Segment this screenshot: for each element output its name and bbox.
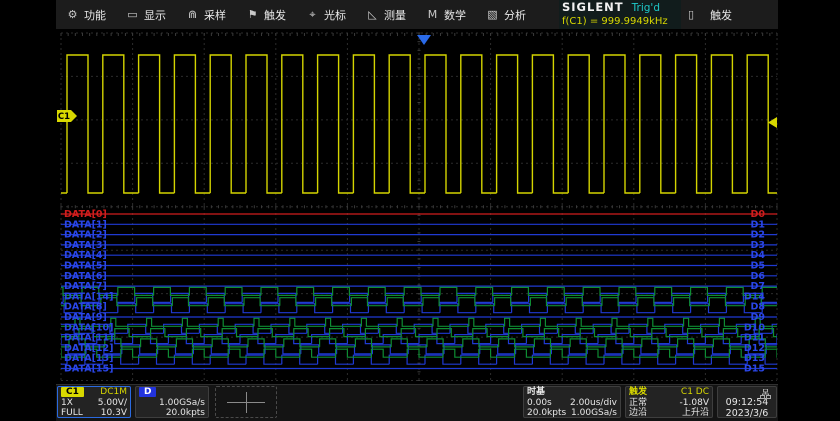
menu-item-math[interactable]: M 数学	[416, 0, 476, 29]
acquire-icon: ⋒	[186, 8, 199, 21]
menu-item-label: 测量	[384, 7, 406, 23]
trigger-flag-icon: ⚑	[246, 8, 259, 21]
status-bar: C1 DC1M 1X 5.00V/ FULL 10.3V D 1.00GSa/s	[56, 384, 778, 421]
cursor-icon: ⌖	[306, 8, 319, 22]
trigger-slope: 上升沿	[682, 408, 709, 419]
waveform-display[interactable]: DATA[0]D0DATA[1]D1DATA[2]D2DATA[3]D3DATA…	[61, 29, 777, 384]
menu-item-utility-trigger[interactable]: 触发	[710, 0, 732, 29]
channel-c1-offset: 10.3V	[101, 408, 127, 419]
digital-mem-depth: 20.0kpts	[166, 408, 205, 419]
trigger-title: 触发	[629, 387, 647, 398]
device-icon: ▯	[688, 8, 694, 21]
trigger-descriptor[interactable]: 触发 C1 DC 正常 -1.08V 边沿 上升沿	[625, 386, 713, 418]
trigger-status-badge: Trig'd	[632, 2, 660, 15]
menu-item-label: 采样	[204, 7, 226, 23]
trigger-level-marker	[768, 117, 777, 128]
lan-icon	[760, 389, 771, 399]
timebase-descriptor[interactable]: 时基 0.00s 2.00us/div 20.0kpts 1.00GSa/s	[523, 386, 621, 418]
timebase-sample-rate: 1.00GSa/s	[571, 408, 617, 419]
measure-icon: ◺	[366, 8, 379, 21]
menu-item-trigger[interactable]: ⚑ 触发	[236, 0, 296, 29]
menu-item-acquire[interactable]: ⋒ 采样	[176, 0, 236, 29]
digital-channel-right-label: D15	[744, 364, 765, 375]
gear-icon: ⚙	[66, 8, 79, 21]
channel-c1-descriptor[interactable]: C1 DC1M 1X 5.00V/ FULL 10.3V	[57, 386, 131, 418]
oscilloscope-screen: ⚙ 功能 ▭ 显示 ⋒ 采样 ⚑ 触发 ⌖ 光标 ◺ 测量 M 数学 ▧ 分析	[56, 0, 778, 420]
trigger-source: C1 DC	[681, 387, 709, 398]
timebase-title: 时基	[527, 387, 545, 398]
menu-item-label: 触发	[264, 7, 286, 23]
channel-c1-scale: 5.00V/	[98, 398, 127, 409]
menu-item-label: 数学	[444, 7, 466, 23]
menu-item-measure[interactable]: ◺ 测量	[356, 0, 416, 29]
digital-traces	[0, 214, 840, 369]
analog-trace-c1	[0, 55, 819, 193]
menu-item-label: 功能	[84, 7, 106, 23]
analysis-icon: ▧	[486, 8, 499, 21]
menu-item-cursor[interactable]: ⌖ 光标	[296, 0, 356, 29]
brand-logo: SIGLENT	[562, 1, 624, 14]
channel-c1-coupling: DC1M	[100, 387, 127, 398]
math-icon: M	[426, 8, 439, 21]
frequency-readout: f(C1) = 999.9949kHz	[562, 15, 678, 28]
trigger-level: -1.08V	[680, 398, 709, 409]
svg-text:C1: C1	[58, 112, 70, 122]
menu-item-analysis[interactable]: ▧ 分析	[476, 0, 536, 29]
digital-pod-badge: D	[139, 387, 156, 397]
empty-descriptor-box[interactable]	[215, 386, 277, 418]
menu-item-label: 分析	[504, 7, 526, 23]
channel-c1-probe: 1X	[61, 398, 73, 409]
timebase-scale: 2.00us/div	[570, 398, 617, 409]
crosshair-icon	[246, 392, 247, 413]
timebase-delay: 0.00s	[527, 398, 552, 409]
display-icon: ▭	[126, 8, 139, 21]
trigger-type: 边沿	[629, 408, 647, 419]
clock-box[interactable]: 09:12:54 2023/3/6	[717, 386, 777, 418]
graticule	[61, 33, 777, 381]
menu-bar: ⚙ 功能 ▭ 显示 ⋒ 采样 ⚑ 触发 ⌖ 光标 ◺ 测量 M 数学 ▧ 分析	[56, 0, 778, 29]
trigger-mode: 正常	[629, 398, 647, 409]
channel-c1-bandwidth: FULL	[61, 408, 83, 419]
digital-sample-rate: 1.00GSa/s	[159, 398, 205, 409]
digital-pod-descriptor[interactable]: D 1.00GSa/s 20.0kpts	[135, 386, 209, 418]
menu-item-function[interactable]: ⚙ 功能	[56, 0, 116, 29]
menu-item-display[interactable]: ▭ 显示	[116, 0, 176, 29]
channel-c1-badge: C1	[61, 387, 84, 397]
clock-date: 2023/3/6	[721, 408, 773, 419]
menu-item-label: 光标	[324, 7, 346, 23]
digital-channel-label: DATA[15]	[64, 364, 114, 375]
brand-status-block: SIGLENT Trig'd f(C1) = 999.9949kHz	[559, 0, 681, 29]
timebase-mem-depth: 20.0kpts	[527, 408, 566, 419]
menu-item-label: 显示	[144, 7, 166, 23]
